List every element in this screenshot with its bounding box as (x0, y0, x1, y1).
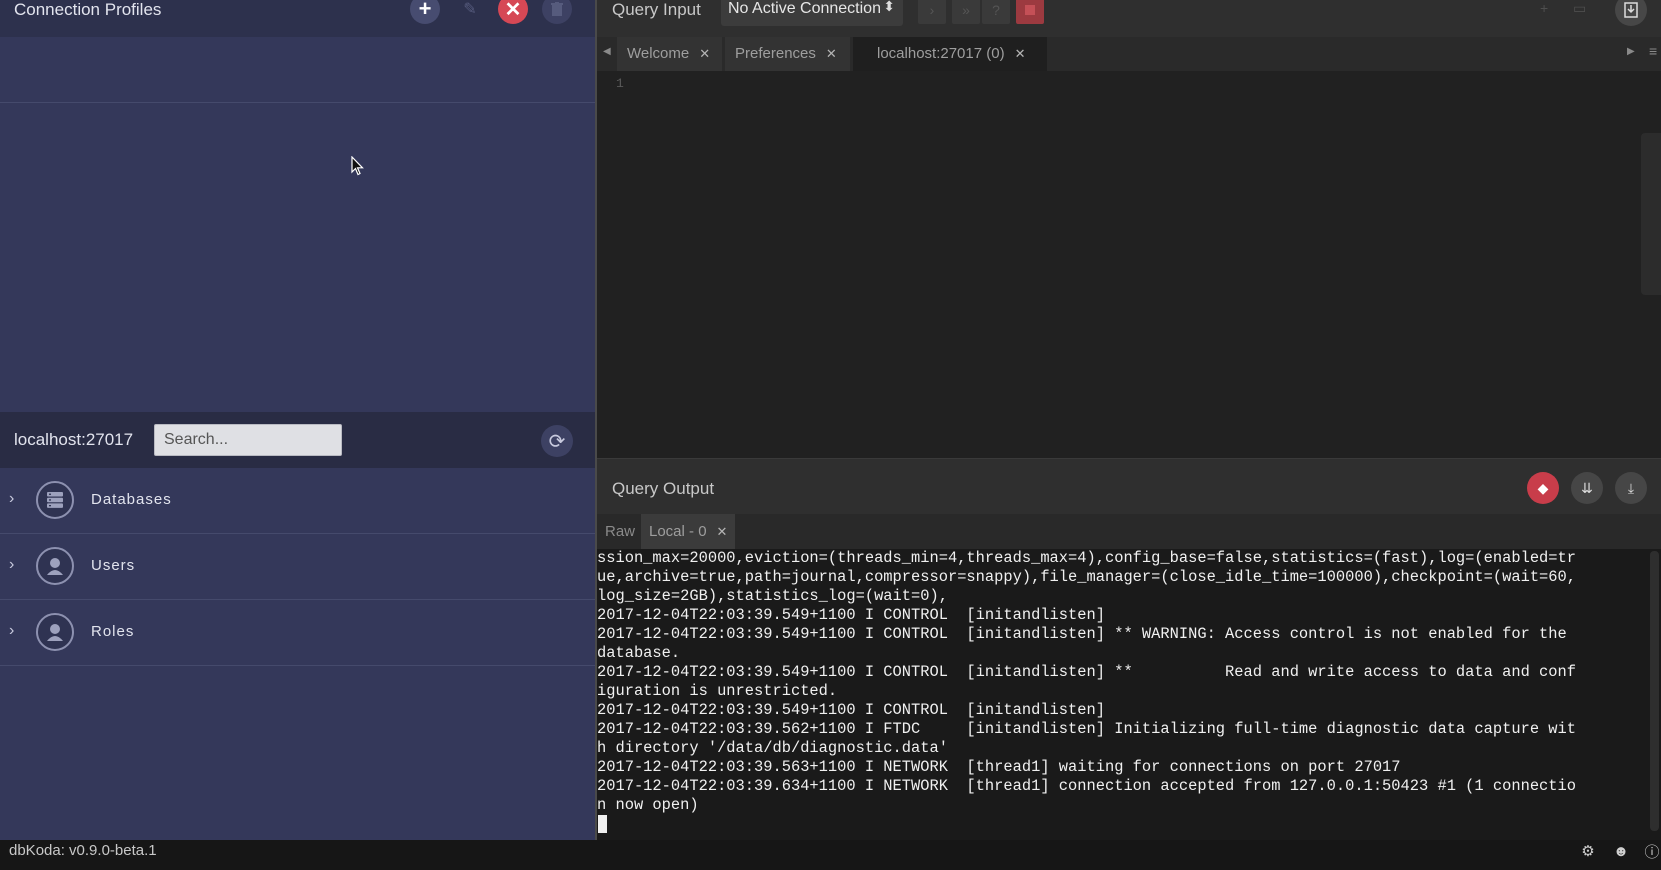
output-log: ssion_max=20000,eviction=(threads_min=4,… (597, 549, 1577, 814)
edit-profile-button[interactable]: ✎ (455, 0, 485, 24)
query-output-header: Query Output ◆ ⇊ ⤓ (597, 458, 1661, 514)
panel-title: Connection Profiles (14, 0, 162, 19)
trash-icon (551, 2, 563, 16)
tab-menu-icon[interactable]: ≡ (1649, 43, 1657, 59)
tab-scroll-left-icon[interactable]: ◀ (603, 46, 611, 57)
app-window: Connection Profiles + ✎ ✕ localhost:2701… (0, 0, 1661, 870)
line-number: 1 (616, 76, 624, 91)
new-editor-icon[interactable]: + (1540, 0, 1548, 16)
close-icon[interactable]: ✕ (699, 46, 710, 61)
tab-label: Welcome (627, 45, 690, 62)
plus-icon: + (418, 0, 432, 21)
connection-select[interactable]: No Active Connection ⬍ (721, 0, 903, 26)
text-caret (598, 815, 607, 833)
eraser-icon: ◆ (1537, 479, 1549, 496)
tab-label: localhost:27017 (0) (877, 45, 1005, 62)
select-arrows-icon: ⬍ (883, 0, 895, 14)
tab-local-0[interactable]: Local - 0 ✕ (641, 514, 736, 549)
connection-select-value: No Active Connection (728, 0, 881, 17)
tree-item-users[interactable]: › Users (0, 534, 595, 600)
tab-welcome[interactable]: Welcome ✕ (617, 37, 722, 71)
mouse-cursor-icon (351, 156, 364, 176)
gear-icon[interactable]: ⚙ (1579, 842, 1597, 860)
search-input[interactable] (154, 424, 342, 456)
explain-button[interactable]: ? (982, 0, 1010, 24)
chevron-right-icon: › (929, 2, 935, 18)
feedback-icon[interactable]: ☻ (1612, 842, 1630, 860)
clear-output-button[interactable]: ◆ (1527, 472, 1559, 504)
refresh-icon: ⟳ (548, 430, 566, 453)
editor-tab-bar: ◀ Welcome ✕ Preferences ✕ localhost:27017 … (597, 37, 1661, 71)
add-profile-button[interactable]: + (410, 0, 440, 24)
user-icon (36, 547, 74, 585)
double-chevron-right-icon: » (962, 2, 970, 18)
output-tab-bar: Raw Local - 0 ✕ (597, 514, 1661, 549)
tree-item-databases[interactable]: › Databases (0, 468, 595, 534)
save-icon (1624, 2, 1638, 18)
chevron-right-icon[interactable]: › (9, 556, 14, 574)
tab-localhost[interactable]: localhost:27017 (0) ✕ (853, 37, 1047, 71)
profile-list-item[interactable] (0, 37, 595, 103)
execute-all-button[interactable]: » (952, 0, 980, 24)
download-icon: ⤓ (1627, 479, 1635, 496)
status-bar: dbKoda: v0.9.0-beta.1 ⚙ ☻ ⓘ (0, 840, 1661, 870)
tab-raw[interactable]: Raw (597, 514, 643, 549)
output-console[interactable]: ssion_max=20000,eviction=(threads_min=4,… (597, 549, 1661, 840)
double-chevron-down-icon: ⇊ (1581, 479, 1593, 496)
version-label: dbKoda: v0.9.0-beta.1 (9, 842, 157, 859)
chevron-right-icon[interactable]: › (9, 490, 14, 508)
query-input-header: Query Input No Active Connection ⬍ › » ?… (597, 0, 1661, 37)
close-icon[interactable]: ✕ (826, 46, 837, 61)
info-icon[interactable]: ⓘ (1643, 842, 1661, 861)
connection-bar: localhost:27017 ⟳ (0, 412, 595, 468)
close-icon[interactable]: ✕ (1015, 46, 1026, 61)
connection-profiles-panel: Connection Profiles + ✎ ✕ localhost:2701… (0, 0, 595, 840)
chevron-right-icon[interactable]: › (9, 622, 14, 640)
tab-preferences[interactable]: Preferences ✕ (725, 37, 850, 71)
tab-label: Local - 0 (649, 523, 707, 540)
execute-line-button[interactable]: › (918, 0, 946, 24)
query-editor[interactable]: 1 (597, 71, 1661, 458)
tab-scroll-right-icon[interactable]: ▶ (1627, 46, 1635, 57)
tree-item-label: Roles (91, 623, 135, 640)
editor-side-toolbar[interactable] (1641, 133, 1661, 295)
scroll-bottom-button[interactable]: ⇊ (1571, 472, 1603, 504)
tree-item-label: Users (91, 557, 136, 574)
connection-name: localhost:27017 (14, 430, 134, 449)
close-icon[interactable]: ✕ (717, 524, 728, 539)
question-icon: ? (992, 2, 1000, 18)
pencil-icon: ✎ (463, 1, 477, 18)
stop-button[interactable] (1016, 0, 1044, 24)
close-connection-button[interactable]: ✕ (498, 0, 528, 24)
tab-label: Preferences (735, 45, 816, 62)
query-output-title: Query Output (612, 479, 715, 498)
roles-icon (36, 613, 74, 651)
connection-profiles-header: Connection Profiles + ✎ ✕ (0, 0, 595, 37)
refresh-button[interactable]: ⟳ (541, 425, 573, 457)
open-file-icon[interactable]: ▭ (1573, 0, 1586, 17)
save-button[interactable] (1615, 0, 1647, 26)
close-icon: ✕ (504, 0, 522, 21)
delete-profile-button[interactable] (542, 0, 572, 24)
tree-item-label: Databases (91, 491, 172, 508)
output-scrollbar[interactable] (1650, 551, 1659, 831)
stop-icon (1025, 5, 1035, 15)
query-input-title: Query Input (612, 0, 701, 19)
tab-label: Raw (605, 523, 636, 540)
tree-item-roles[interactable]: › Roles (0, 600, 595, 666)
download-output-button[interactable]: ⤓ (1615, 472, 1647, 504)
database-icon (36, 481, 74, 519)
